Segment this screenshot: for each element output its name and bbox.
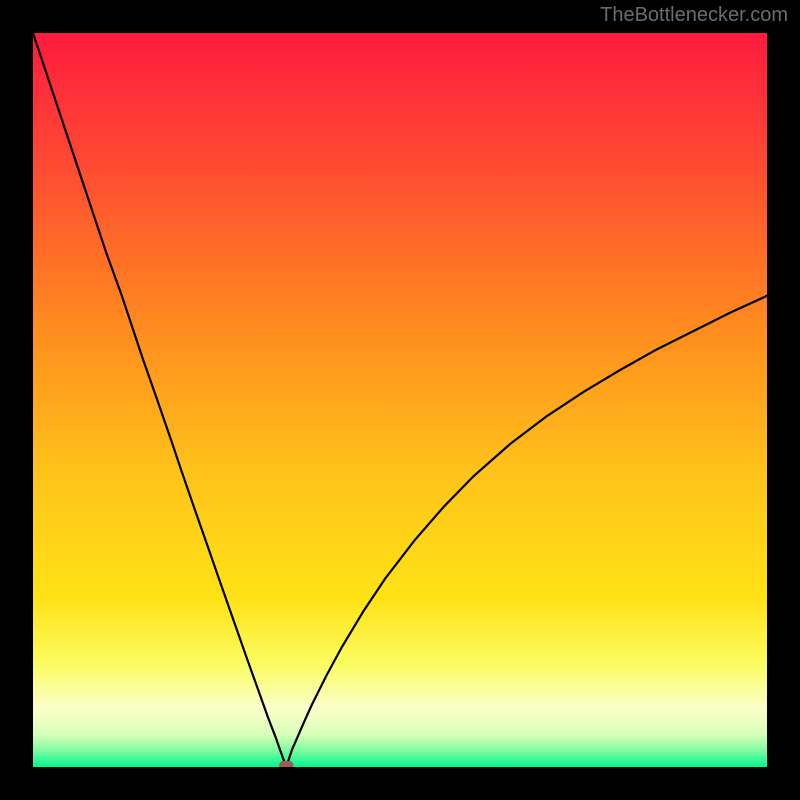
plot-area: [33, 33, 767, 767]
chart-container: TheBottlenecker.com: [0, 0, 800, 800]
watermark-text: TheBottlenecker.com: [600, 4, 788, 27]
optimum-marker: [279, 761, 293, 767]
gradient-background: [33, 33, 767, 767]
plot-svg: [33, 33, 767, 767]
